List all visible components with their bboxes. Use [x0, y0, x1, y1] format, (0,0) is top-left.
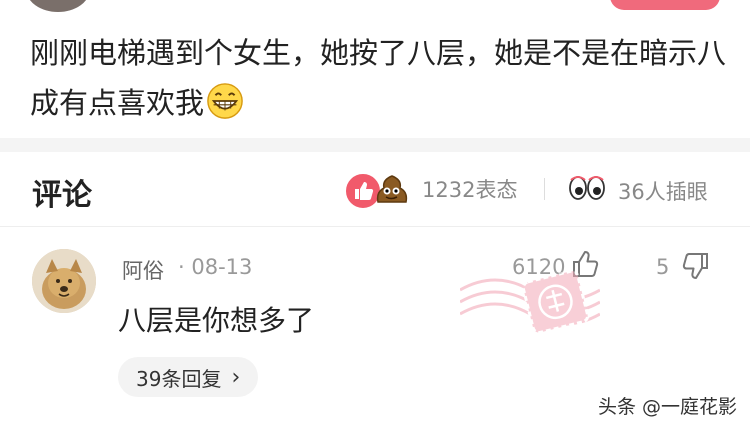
watch-count[interactable]: 36人插眼: [618, 176, 708, 206]
comment-date: · 08-13: [178, 255, 253, 279]
thumbs-down-icon[interactable]: [674, 249, 710, 283]
divider: [544, 178, 545, 200]
post-text-block: 刚刚电梯遇到个女生，她按了八层，她是不是在暗示八成有点喜欢我: [30, 28, 730, 128]
follow-button[interactable]: [610, 0, 720, 10]
dislike-count: 5: [656, 255, 670, 279]
section-divider: [0, 138, 750, 152]
chevron-right-icon: ›: [231, 364, 241, 390]
view-replies-button[interactable]: 39条回复 ›: [118, 357, 259, 397]
eyes-icon[interactable]: [568, 172, 606, 204]
previous-post-header-cut: [0, 0, 750, 14]
reactions-count: 1232表态: [422, 178, 518, 202]
poop-reaction-icon: [376, 175, 408, 203]
avatar: [26, 0, 90, 12]
replies-label: 39条回复: [136, 366, 222, 391]
stamp-watermark: [460, 269, 600, 335]
comments-title: 评论: [32, 178, 92, 213]
avatar[interactable]: [32, 249, 96, 313]
post-text: 刚刚电梯遇到个女生，她按了八层，她是不是在暗示八成有点喜欢我: [30, 36, 727, 120]
comment-username[interactable]: 阿俗: [122, 255, 164, 285]
comment-text: 八层是你想多了: [118, 304, 315, 337]
grinning-face-icon: [207, 83, 243, 119]
source-watermark: 头条 @一庭花影: [598, 396, 738, 418]
